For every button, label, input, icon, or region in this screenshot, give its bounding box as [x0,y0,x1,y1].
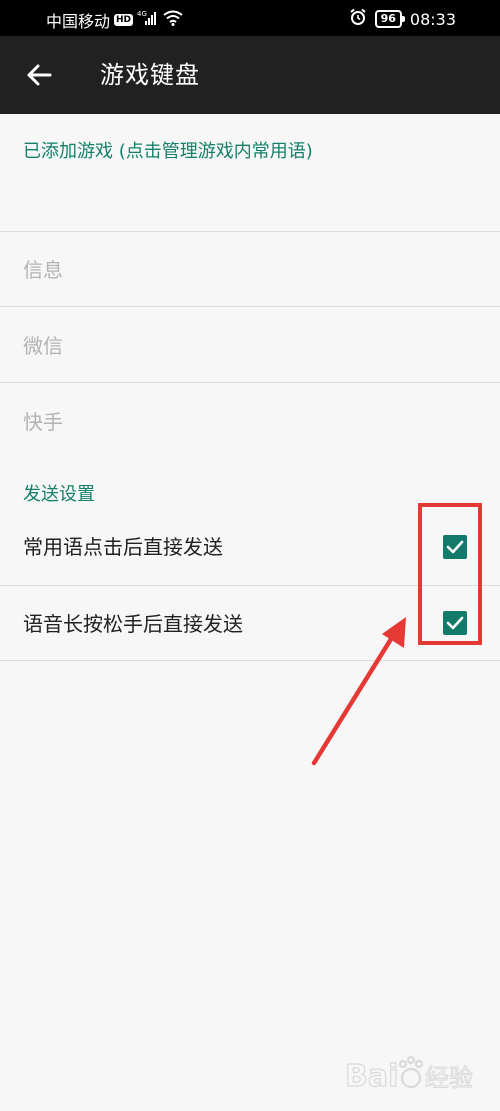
svg-text:经验: 经验 [425,1064,473,1092]
svg-text:Bai: Bai [345,1059,398,1094]
baidu-watermark: Bai 经验 [344,1052,485,1096]
annotation-arrow [311,617,406,766]
baidu-jingyan-logo: Bai 经验 [344,1055,474,1095]
